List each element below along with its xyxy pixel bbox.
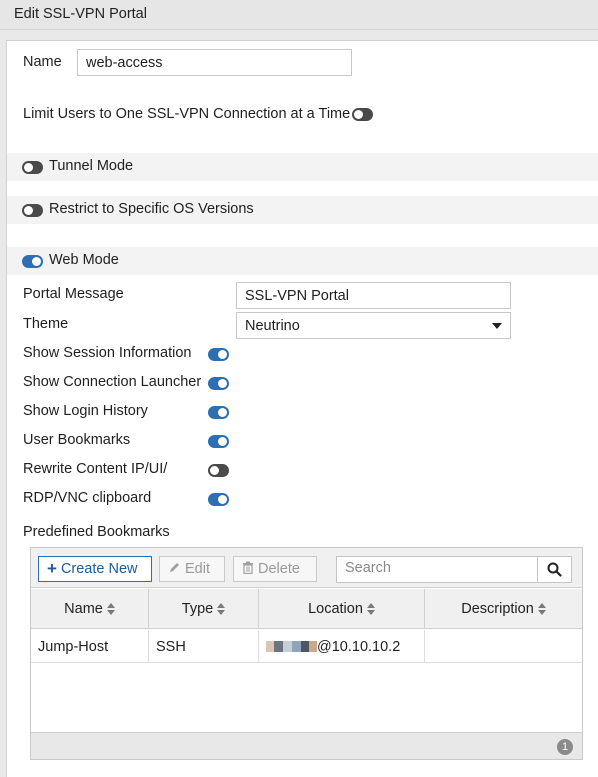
column-location-label: Location <box>308 601 363 617</box>
table-footer: 1 <box>31 732 582 759</box>
tunnel-mode-label: Tunnel Mode <box>49 158 134 174</box>
show-login-history-label: Show Login History <box>23 403 148 419</box>
restrict-os-label: Restrict to Specific OS Versions <box>49 201 254 217</box>
theme-label: Theme <box>23 316 69 332</box>
predefined-bookmarks-label: Predefined Bookmarks <box>23 524 170 540</box>
theme-select[interactable]: Neutrino <box>236 312 511 339</box>
pencil-icon <box>168 561 181 577</box>
rdp-vnc-clipboard-toggle[interactable] <box>208 493 229 506</box>
chevron-down-icon <box>492 323 502 329</box>
cell-type: SSH <box>149 630 259 663</box>
show-session-info-label: Show Session Information <box>23 345 192 361</box>
trash-icon <box>242 561 254 577</box>
column-type-label: Type <box>181 601 214 617</box>
rewrite-content-toggle[interactable] <box>208 464 229 477</box>
plus-icon: + <box>47 559 57 578</box>
sort-icon <box>537 603 546 615</box>
window-title: Edit SSL-VPN Portal <box>0 0 598 30</box>
column-name[interactable]: Name <box>31 589 149 629</box>
tunnel-mode-toggle[interactable] <box>22 161 43 174</box>
rdp-vnc-clipboard-label: RDP/VNC clipboard <box>23 490 152 506</box>
bookmarks-toolbar: + Create New Edit Delete Search <box>31 548 582 588</box>
table-header: Name Type Location Description <box>31 589 582 629</box>
sort-icon <box>366 603 375 615</box>
show-connection-launcher-label: Show Connection Launcher <box>23 374 202 390</box>
name-label: Name <box>23 54 62 70</box>
search-icon <box>547 562 562 577</box>
delete-label: Delete <box>258 561 300 577</box>
limit-users-label: Limit Users to One SSL-VPN Connection at… <box>23 106 351 122</box>
edit-button[interactable]: Edit <box>159 556 225 582</box>
cell-description <box>425 630 582 663</box>
search-button[interactable] <box>537 557 571 582</box>
theme-value: Neutrino <box>245 317 300 334</box>
column-type[interactable]: Type <box>149 589 259 629</box>
delete-button[interactable]: Delete <box>233 556 317 582</box>
edit-label: Edit <box>185 561 210 577</box>
bookmarks-table: + Create New Edit Delete Search Name Typ… <box>30 547 583 760</box>
limit-users-toggle[interactable] <box>352 108 373 121</box>
web-mode-label: Web Mode <box>49 252 119 268</box>
create-new-label: Create New <box>60 561 138 577</box>
search-box: Search <box>336 556 572 583</box>
create-new-button[interactable]: + Create New <box>38 556 152 582</box>
sort-icon <box>217 603 226 615</box>
portal-message-input[interactable]: SSL-VPN Portal <box>236 282 511 309</box>
show-connection-launcher-toggle[interactable] <box>208 377 229 390</box>
column-location[interactable]: Location <box>259 589 425 629</box>
column-description[interactable]: Description <box>425 589 582 629</box>
row-count-badge: 1 <box>557 739 573 755</box>
sort-icon <box>106 603 115 615</box>
show-session-info-toggle[interactable] <box>208 348 229 361</box>
rewrite-content-label: Rewrite Content IP/UI/ <box>23 461 168 477</box>
column-description-label: Description <box>461 601 534 617</box>
user-bookmarks-toggle[interactable] <box>208 435 229 448</box>
show-login-history-toggle[interactable] <box>208 406 229 419</box>
column-name-label: Name <box>64 601 103 617</box>
search-input[interactable]: Search <box>337 557 537 582</box>
edit-portal-panel: Name web-access Limit Users to One SSL-V… <box>6 40 598 777</box>
cell-name: Jump-Host <box>31 630 149 663</box>
table-row[interactable]: Jump-Host SSH @10.10.10.2 <box>31 630 582 663</box>
portal-message-label: Portal Message <box>23 286 124 302</box>
cell-location: @10.10.10.2 <box>259 630 425 663</box>
user-bookmarks-label: User Bookmarks <box>23 432 131 448</box>
name-input[interactable]: web-access <box>77 49 352 76</box>
redacted-username <box>266 641 317 652</box>
web-mode-toggle[interactable] <box>22 255 43 268</box>
location-host: @10.10.10.2 <box>317 638 401 655</box>
restrict-os-toggle[interactable] <box>22 204 43 217</box>
